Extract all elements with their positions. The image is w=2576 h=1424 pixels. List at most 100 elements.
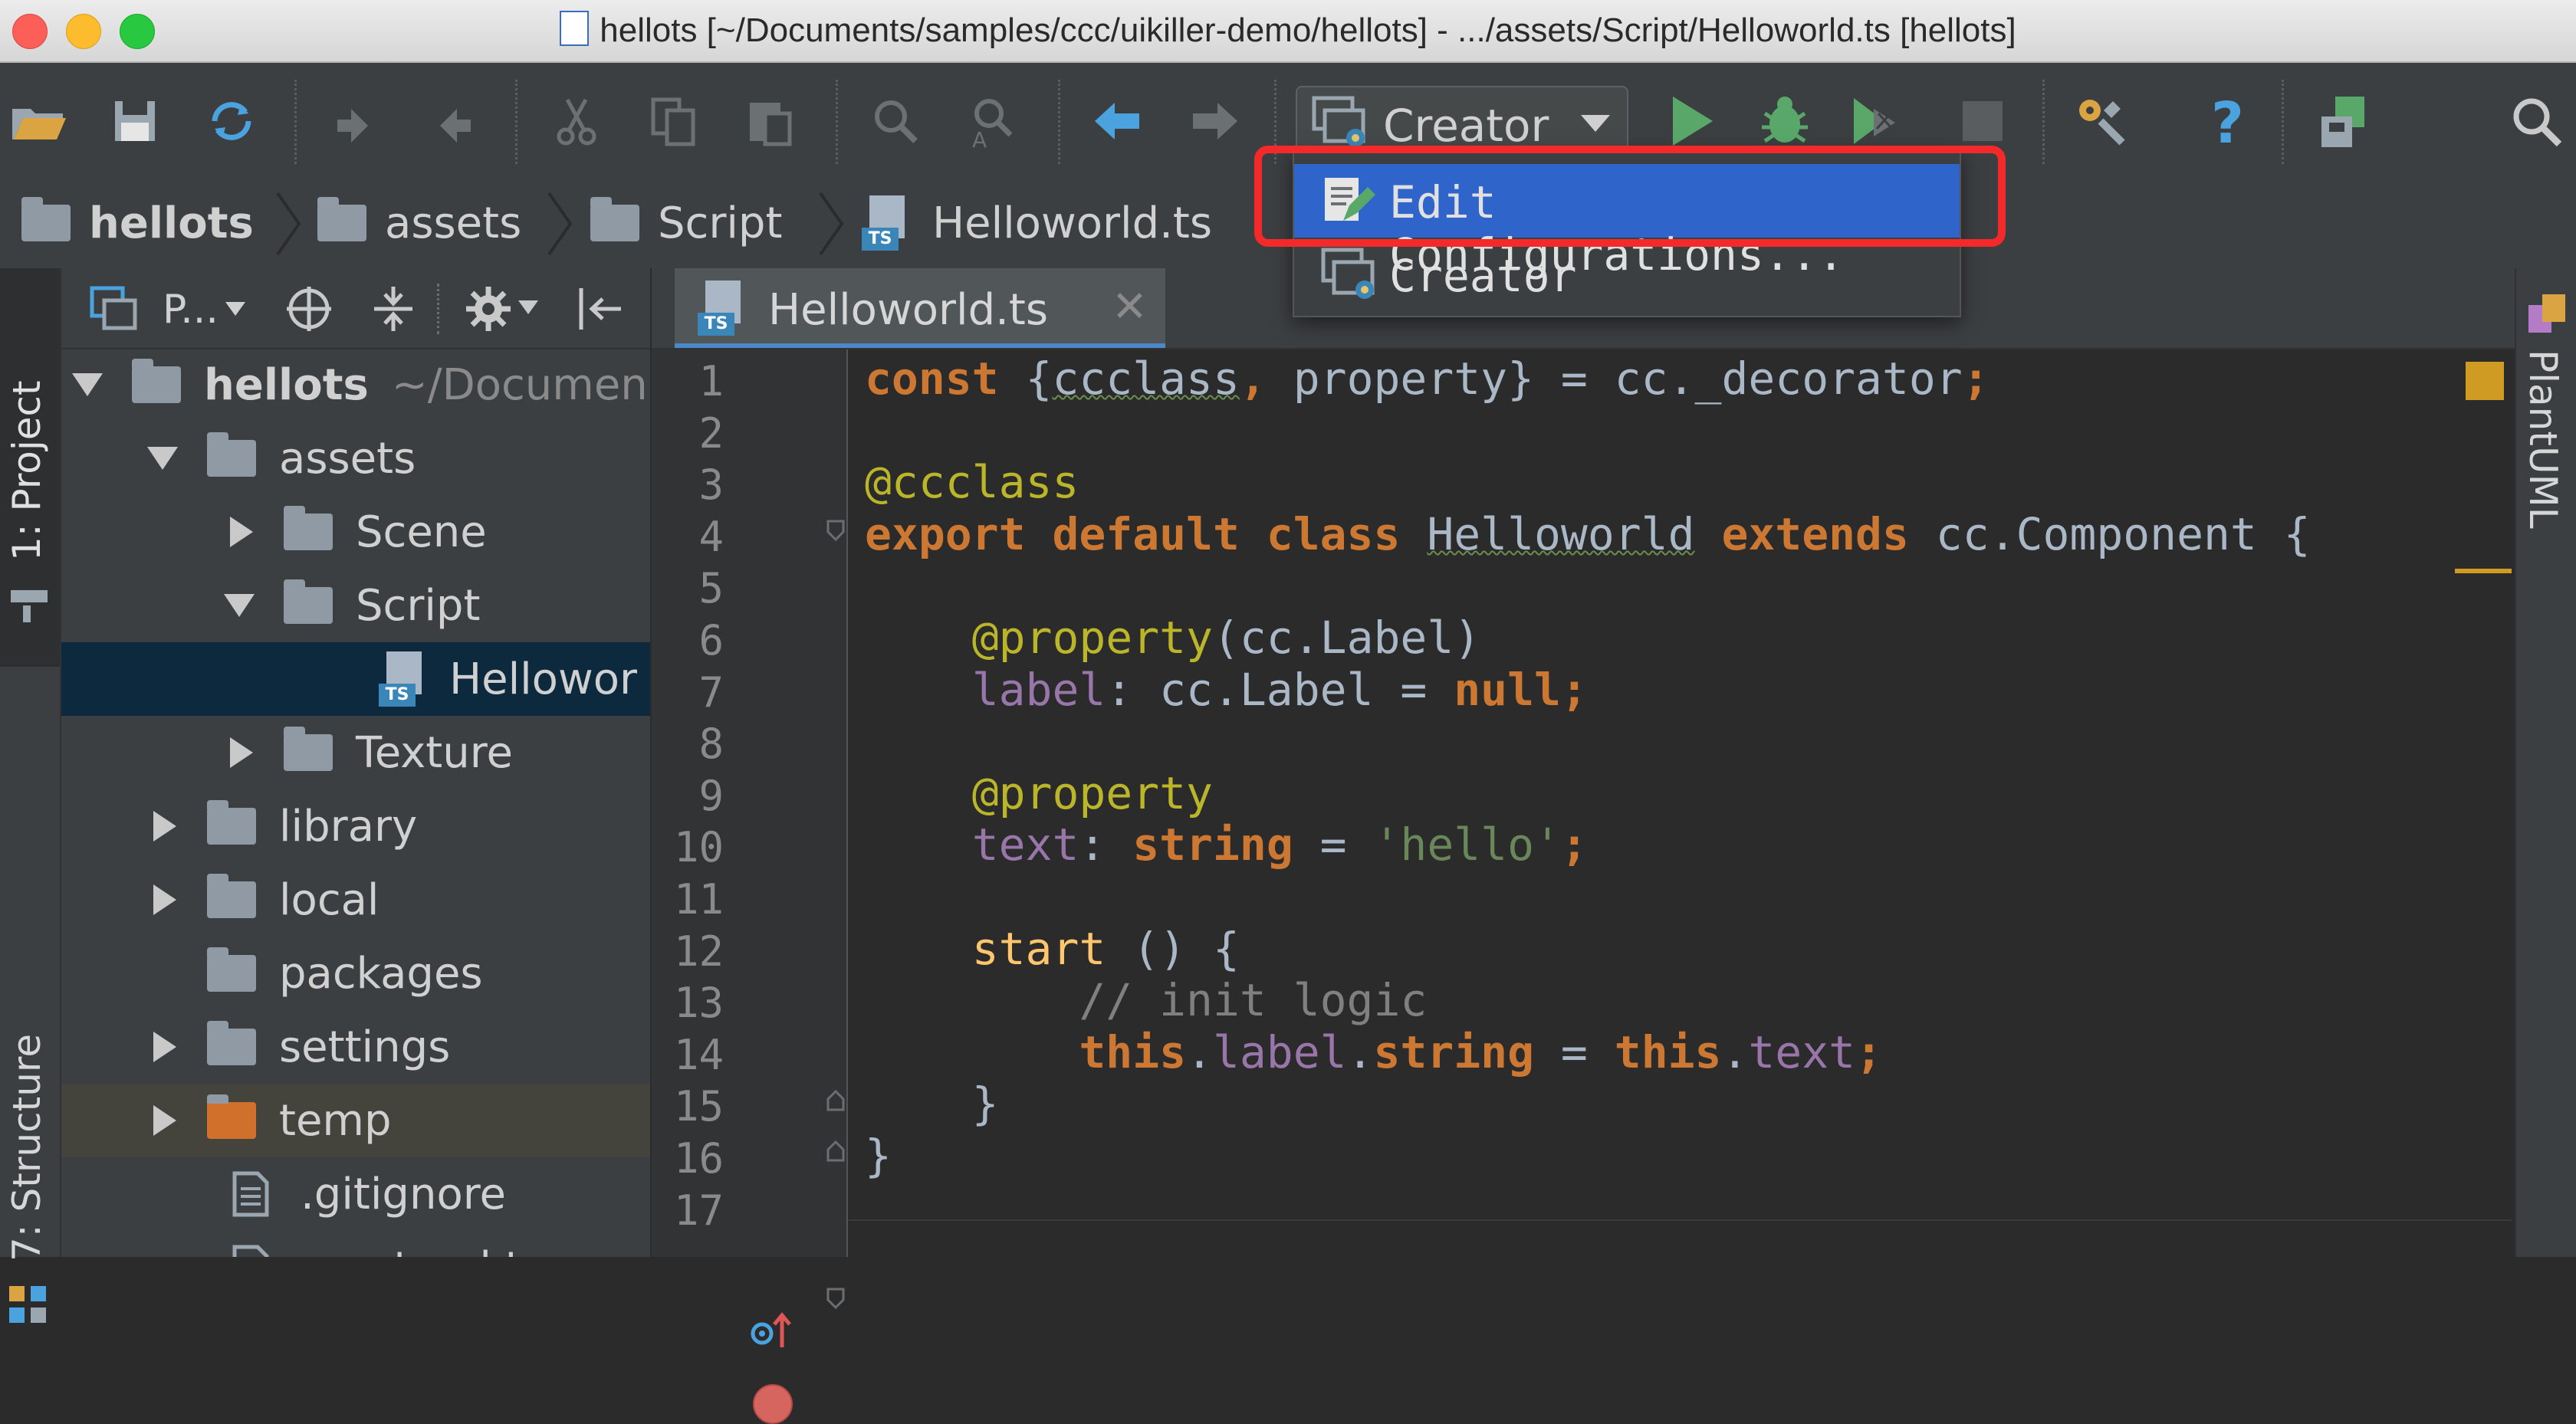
line-number: 1 [698, 357, 724, 405]
collapse-arrow-icon[interactable] [153, 884, 176, 915]
code-line: label: cc.Label = null; [971, 663, 1588, 716]
fold-marker-icon[interactable] [826, 1090, 845, 1111]
expand-arrow-icon[interactable] [72, 373, 103, 396]
collapse-arrow-icon[interactable] [153, 1032, 176, 1062]
copy-icon[interactable] [642, 90, 704, 152]
structure-tool-tab[interactable]: 7: Structure [0, 682, 60, 1323]
tree-item-packages[interactable]: packages [61, 937, 650, 1010]
tree-item-local[interactable]: local [61, 863, 650, 937]
expand-arrow-icon[interactable] [147, 447, 178, 470]
sdk-icon[interactable] [2314, 90, 2375, 152]
line-number: 15 [673, 1082, 724, 1131]
locate-icon[interactable] [284, 284, 334, 334]
chevron-down-icon[interactable] [517, 299, 540, 316]
project-view-icon[interactable] [89, 285, 140, 333]
fold-marker-icon[interactable] [826, 1288, 845, 1309]
open-icon[interactable] [8, 90, 69, 152]
code-line: @property [971, 766, 1213, 819]
text-file-icon [232, 1245, 269, 1257]
toolbar-separator [2042, 80, 2046, 164]
fold-marker-icon[interactable] [826, 520, 845, 541]
back-icon[interactable] [1087, 90, 1148, 152]
window-title: hellots [~/Documents/samples/ccc/uikille… [0, 11, 2576, 50]
find-icon[interactable] [865, 90, 926, 152]
hide-panel-icon[interactable] [573, 284, 624, 334]
line-number: 17 [673, 1186, 724, 1235]
tree-item-settings[interactable]: settings [61, 1010, 650, 1084]
tree-item-creator-dts[interactable]: creator.d.ts [61, 1231, 650, 1257]
breadcrumb-item-hellots[interactable]: hellots [21, 197, 254, 248]
collapse-arrow-icon[interactable] [230, 737, 253, 768]
breadcrumb-item-assets[interactable]: assets [317, 197, 521, 248]
tree-item-library[interactable]: library [61, 789, 650, 863]
save-icon[interactable] [104, 90, 166, 152]
annotation-highlight-box [1254, 146, 2006, 247]
settings-icon[interactable] [2070, 90, 2131, 152]
code-line: start () { [971, 922, 1240, 975]
stop-icon[interactable] [1952, 90, 2013, 152]
tree-item-scene[interactable]: Scene [61, 495, 650, 569]
line-number: 13 [673, 979, 724, 1028]
inspection-warning-marker[interactable] [2466, 362, 2504, 400]
undo-icon[interactable] [325, 90, 386, 152]
line-number: 2 [698, 408, 724, 458]
header-separator [437, 284, 439, 334]
breakpoint-icon[interactable] [753, 1384, 793, 1424]
tab-helloworld-ts[interactable]: TS Helloworld.ts ✕ [675, 268, 1165, 348]
chevron-down-icon [1581, 115, 1610, 132]
collapse-arrow-icon[interactable] [230, 517, 253, 547]
folder-icon [590, 197, 639, 241]
code-line: text: string = 'hello'; [971, 819, 1588, 871]
tree-item-gitignore[interactable]: .gitignore [61, 1157, 650, 1231]
folder-icon [284, 506, 333, 550]
gear-icon[interactable] [463, 284, 514, 334]
redo-icon[interactable] [422, 90, 483, 152]
folder-icon [207, 432, 256, 477]
project-view-selector[interactable]: P... [163, 287, 219, 333]
tree-item-helloworld-selected[interactable]: TS Hellowor [61, 642, 650, 716]
fold-marker-icon[interactable] [826, 1140, 845, 1162]
code-line: @property(cc.Label) [971, 612, 1481, 664]
breadcrumb-separator-icon [547, 192, 573, 256]
project-tool-tab[interactable]: 1: Project [0, 268, 60, 667]
expand-arrow-icon[interactable] [224, 594, 255, 617]
collapse-arrow-icon[interactable] [153, 1105, 176, 1136]
search-icon[interactable] [2505, 90, 2567, 152]
menu-item-creator[interactable]: Creator [1294, 238, 1960, 311]
code-editor[interactable]: const {ccclass, property} = cc._decorato… [848, 349, 2512, 1257]
sync-icon[interactable] [201, 90, 262, 152]
chevron-down-icon[interactable] [224, 300, 247, 317]
toolbar-separator [1058, 80, 1062, 164]
toolbar-separator [2282, 80, 2285, 164]
coverage-icon[interactable] [1848, 90, 1909, 152]
close-tab-icon[interactable]: ✕ [1112, 282, 1148, 332]
code-line: this.label.string = this.text; [1079, 1025, 1882, 1078]
tree-item-script[interactable]: Script [61, 569, 650, 642]
cut-icon[interactable] [546, 90, 607, 152]
breadcrumb-item-script[interactable]: Script [590, 197, 782, 248]
toolbar-separator [836, 80, 840, 164]
plantuml-icon [2528, 294, 2565, 333]
breadcrumb-item-helloworld[interactable]: TS Helloworld.ts [862, 195, 1212, 251]
help-icon[interactable]: ? [2197, 90, 2259, 156]
collapse-arrow-icon[interactable] [153, 811, 176, 842]
run-config-icon [1312, 96, 1365, 147]
tree-item-hellots[interactable]: hellots ~/Documen [61, 348, 650, 422]
svg-text:A: A [972, 127, 987, 152]
title-bar: hellots [~/Documents/samples/ccc/uikille… [0, 0, 2576, 63]
override-marker-icon[interactable] [750, 1312, 793, 1350]
text-file-icon [232, 1171, 269, 1217]
forward-icon[interactable] [1184, 90, 1245, 152]
plantuml-tool-tab[interactable]: PlantUML [2516, 284, 2576, 575]
line-number: 7 [698, 668, 724, 717]
replace-icon[interactable]: A [961, 90, 1023, 153]
collapse-all-icon[interactable] [368, 284, 419, 334]
paste-icon[interactable] [739, 90, 800, 152]
current-line-separator [848, 1219, 2512, 1221]
tree-item-assets[interactable]: assets [61, 422, 650, 495]
run-icon[interactable] [1661, 90, 1722, 152]
debug-icon[interactable] [1754, 90, 1815, 152]
tree-item-texture[interactable]: Texture [61, 716, 650, 789]
folder-icon [284, 727, 333, 771]
tree-item-temp[interactable]: temp [61, 1084, 650, 1157]
